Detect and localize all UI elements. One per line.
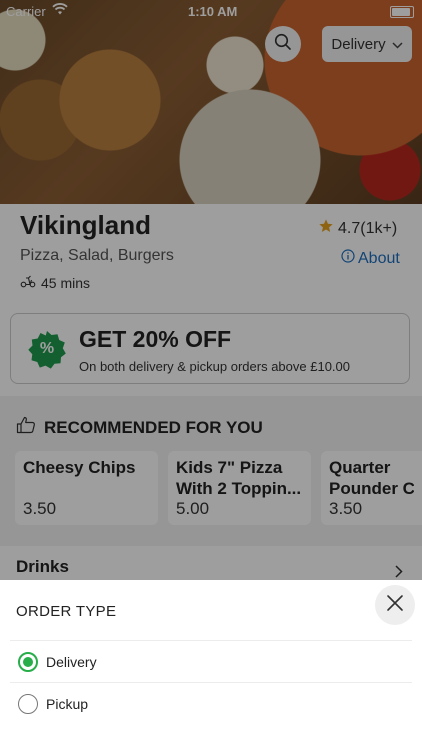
divider [10,640,412,641]
sheet-title: ORDER TYPE [16,603,117,620]
close-icon [386,594,404,617]
order-type-option-delivery[interactable]: Delivery [18,652,97,672]
close-button[interactable] [375,585,415,625]
radio-unselected[interactable] [18,694,38,714]
option-label: Delivery [46,654,97,670]
order-type-sheet: ORDER TYPE Delivery Pickup [0,580,422,750]
option-label: Pickup [46,696,89,712]
radio-selected[interactable] [18,652,38,672]
divider [10,682,412,683]
order-type-option-pickup[interactable]: Pickup [18,694,88,714]
